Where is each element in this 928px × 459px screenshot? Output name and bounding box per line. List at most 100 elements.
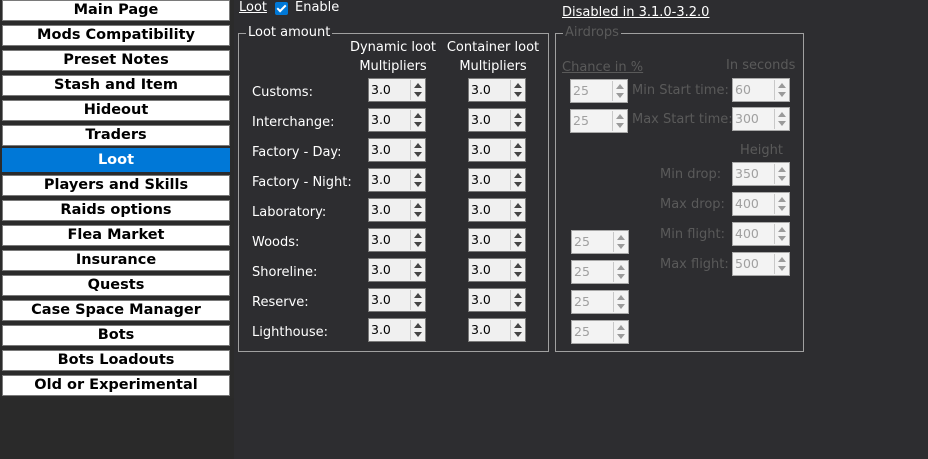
container-multiplier-interchange[interactable]: 3.0 — [468, 108, 526, 132]
spin-arrows[interactable] — [410, 80, 424, 100]
spin-value: 3.0 — [471, 322, 491, 337]
nav-preset-notes[interactable]: Preset Notes — [2, 50, 230, 71]
max-start-label: Max Start time: — [632, 112, 733, 127]
nav-case-space-manager[interactable]: Case Space Manager — [2, 300, 230, 321]
nav-main-page[interactable]: Main Page — [2, 0, 230, 21]
spin-value: 3.0 — [471, 262, 491, 277]
container-multiplier-customs[interactable]: 3.0 — [468, 78, 526, 102]
dynamic-loot-header-line1: Dynamic loot — [349, 40, 437, 55]
spin-arrows[interactable] — [410, 140, 424, 160]
map-label-customs: Customs: — [252, 85, 313, 100]
dynamic-multiplier-lighthouse[interactable]: 3.0 — [368, 318, 426, 342]
spin-value: 400 — [735, 196, 759, 211]
spin-arrows[interactable] — [410, 260, 424, 280]
dynamic-loot-header-line2: Multipliers — [359, 59, 427, 74]
nav-quests[interactable]: Quests — [2, 275, 230, 296]
container-multiplier-reserve[interactable]: 3.0 — [468, 288, 526, 312]
spin-arrows[interactable] — [410, 320, 424, 340]
max-start-input[interactable]: 300 — [732, 107, 790, 131]
min-start-label: Min Start time: — [632, 83, 729, 98]
spin-arrows[interactable] — [612, 81, 626, 101]
max-drop-input[interactable]: 400 — [732, 192, 790, 216]
spin-arrows[interactable] — [510, 140, 524, 160]
spin-arrows[interactable] — [410, 290, 424, 310]
spin-arrows[interactable] — [774, 194, 788, 214]
spin-arrows[interactable] — [613, 262, 627, 282]
spin-arrows[interactable] — [612, 111, 626, 131]
spin-arrows[interactable] — [774, 164, 788, 184]
spin-value: 3.0 — [471, 232, 491, 247]
nav-raids-options[interactable]: Raids options — [2, 200, 230, 221]
nav-bots-loadouts[interactable]: Bots Loadouts — [2, 350, 230, 371]
dynamic-multiplier-interchange[interactable]: 3.0 — [368, 108, 426, 132]
spin-arrows[interactable] — [510, 290, 524, 310]
nav-traders[interactable]: Traders — [2, 125, 230, 146]
nav-flea-market[interactable]: Flea Market — [2, 225, 230, 246]
spin-value: 25 — [573, 83, 589, 98]
spin-arrows[interactable] — [774, 109, 788, 129]
spin-arrows[interactable] — [510, 320, 524, 340]
dynamic-loot-header: Dynamic loot Multipliers — [343, 38, 443, 76]
container-multiplier-woods[interactable]: 3.0 — [468, 228, 526, 252]
nav-loot[interactable]: Loot — [2, 148, 230, 172]
dynamic-multiplier-laboratory[interactable]: 3.0 — [368, 198, 426, 222]
spin-arrows[interactable] — [613, 292, 627, 312]
spin-value: 3.0 — [371, 142, 391, 157]
spin-arrows[interactable] — [410, 170, 424, 190]
spin-value: 25 — [574, 264, 590, 279]
spin-arrows[interactable] — [510, 200, 524, 220]
dynamic-multiplier-factory-night[interactable]: 3.0 — [368, 168, 426, 192]
container-multiplier-shoreline[interactable]: 3.0 — [468, 258, 526, 282]
spin-arrows[interactable] — [510, 260, 524, 280]
spin-arrows[interactable] — [510, 80, 524, 100]
nav-old-or-experimental[interactable]: Old or Experimental — [2, 375, 230, 396]
nav-hideout[interactable]: Hideout — [2, 100, 230, 121]
container-multiplier-lighthouse[interactable]: 3.0 — [468, 318, 526, 342]
chance-input-5[interactable]: 25 — [571, 290, 629, 314]
dynamic-multiplier-factory-day[interactable]: 3.0 — [368, 138, 426, 162]
nav-stash-and-item[interactable]: Stash and Item — [2, 75, 230, 96]
enable-checkbox[interactable] — [275, 2, 288, 15]
spin-arrows[interactable] — [774, 254, 788, 274]
loot-section-link[interactable]: Loot — [239, 0, 267, 15]
spin-value: 25 — [574, 324, 590, 339]
spin-arrows[interactable] — [774, 80, 788, 100]
chance-input-1[interactable]: 25 — [570, 79, 628, 103]
container-multiplier-laboratory[interactable]: 3.0 — [468, 198, 526, 222]
chance-input-3[interactable]: 25 — [571, 230, 629, 254]
disabled-version-note[interactable]: Disabled in 3.1.0-3.2.0 — [562, 5, 709, 20]
spin-arrows[interactable] — [410, 110, 424, 130]
chance-input-6[interactable]: 25 — [571, 320, 629, 344]
nav-players-and-skills[interactable]: Players and Skills — [2, 175, 230, 196]
dynamic-multiplier-customs[interactable]: 3.0 — [368, 78, 426, 102]
map-label-factory-day: Factory - Day: — [252, 145, 342, 160]
nav-insurance[interactable]: Insurance — [2, 250, 230, 271]
container-multiplier-factory-night[interactable]: 3.0 — [468, 168, 526, 192]
spin-value: 3.0 — [371, 232, 391, 247]
chance-input-2[interactable]: 25 — [570, 109, 628, 133]
spin-arrows[interactable] — [510, 230, 524, 250]
spin-arrows[interactable] — [410, 230, 424, 250]
min-drop-input[interactable]: 350 — [732, 162, 790, 186]
min-start-input[interactable]: 60 — [732, 78, 790, 102]
min-flight-input[interactable]: 400 — [732, 222, 790, 246]
spin-arrows[interactable] — [774, 224, 788, 244]
container-multiplier-factory-day[interactable]: 3.0 — [468, 138, 526, 162]
spin-arrows[interactable] — [613, 322, 627, 342]
map-label-shoreline: Shoreline: — [252, 265, 318, 280]
dynamic-multiplier-shoreline[interactable]: 3.0 — [368, 258, 426, 282]
spin-arrows[interactable] — [410, 200, 424, 220]
max-flight-input[interactable]: 500 — [732, 252, 790, 276]
chance-input-4[interactable]: 25 — [571, 260, 629, 284]
spin-value: 300 — [735, 111, 759, 126]
enable-label: Enable — [295, 0, 340, 15]
spin-arrows[interactable] — [510, 170, 524, 190]
nav-bots[interactable]: Bots — [2, 325, 230, 346]
spin-arrows[interactable] — [510, 110, 524, 130]
dynamic-multiplier-reserve[interactable]: 3.0 — [368, 288, 426, 312]
dynamic-multiplier-woods[interactable]: 3.0 — [368, 228, 426, 252]
map-label-factory-night: Factory - Night: — [252, 175, 352, 190]
nav-mods-compatibility[interactable]: Mods Compatibility — [2, 25, 230, 46]
spin-value: 500 — [735, 256, 759, 271]
spin-arrows[interactable] — [613, 232, 627, 252]
